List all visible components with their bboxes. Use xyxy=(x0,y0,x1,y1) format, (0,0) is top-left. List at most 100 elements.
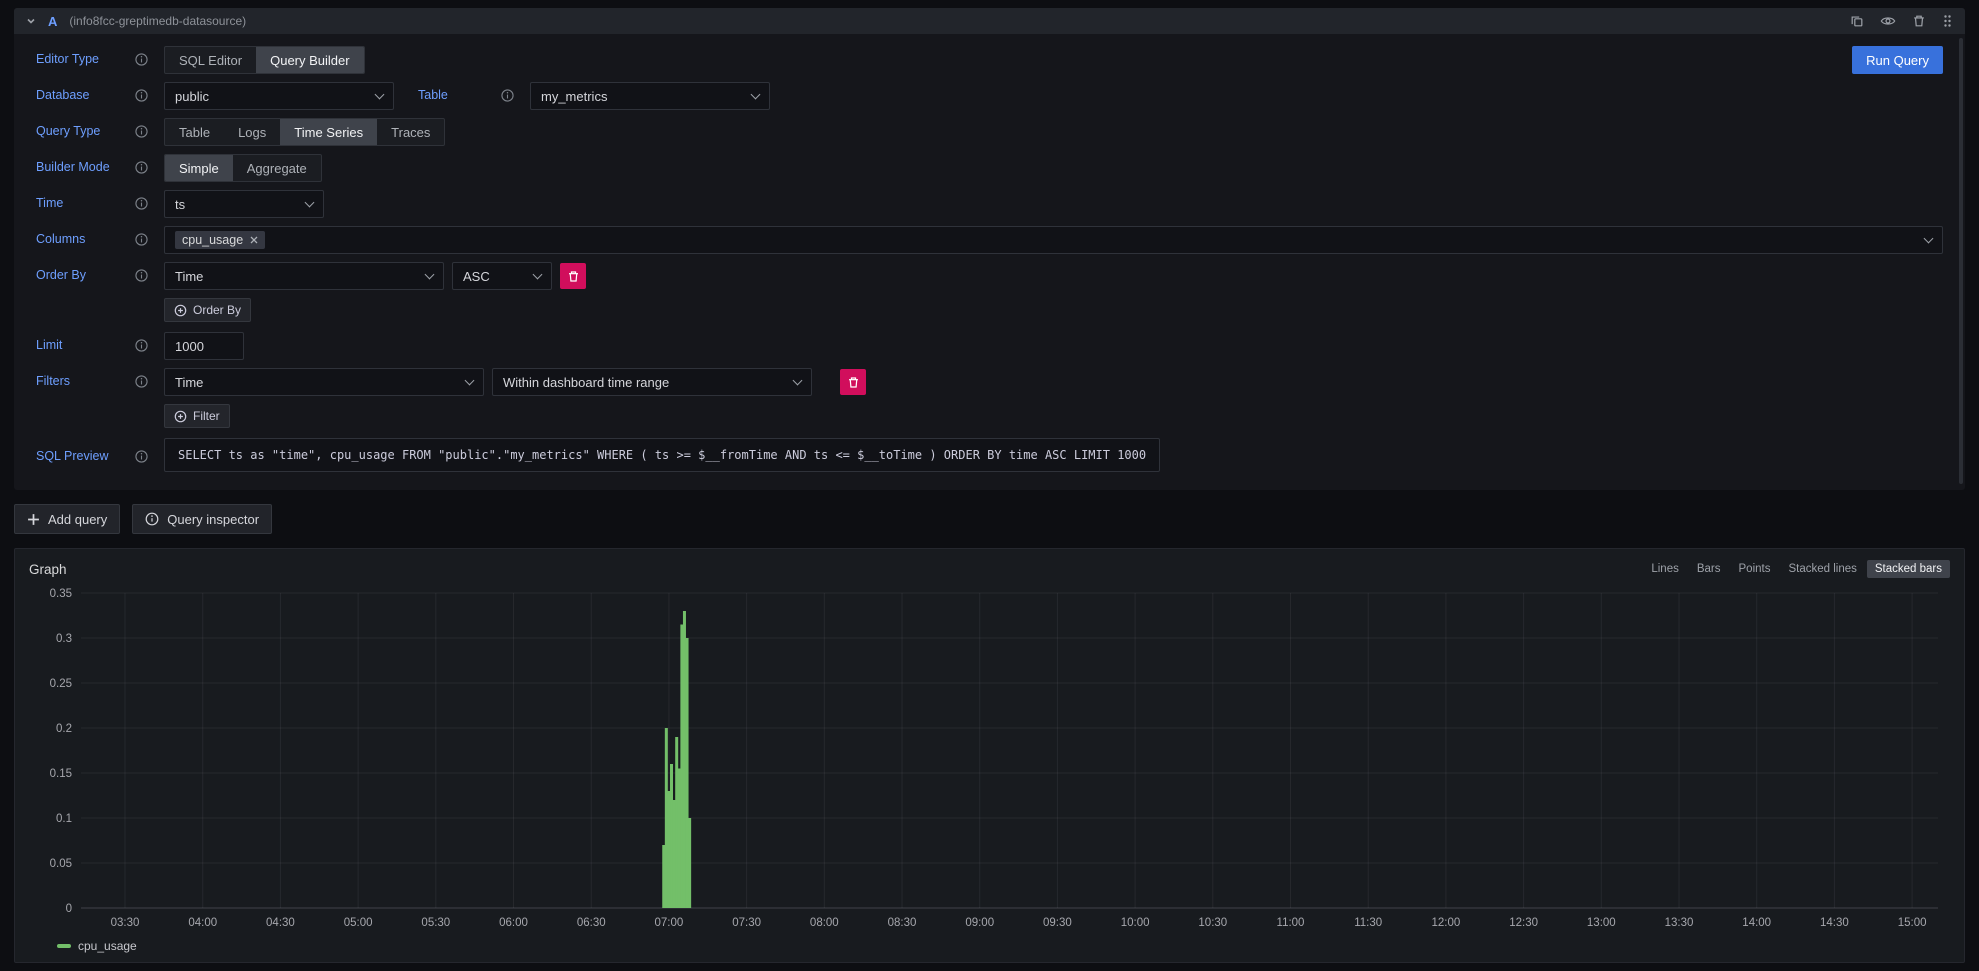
column-tag[interactable]: cpu_usage xyxy=(175,231,265,249)
svg-text:05:30: 05:30 xyxy=(421,917,450,929)
circle-plus-icon xyxy=(174,304,187,317)
svg-text:04:00: 04:00 xyxy=(188,917,217,929)
time-series-chart: 00.050.10.150.20.250.30.3503:3004:0004:3… xyxy=(29,583,1950,936)
filter-field-select[interactable]: Time xyxy=(164,368,484,396)
query-editor-block: A (info8fcc-greptimedb-datasource) xyxy=(14,8,1965,490)
row-database: Database public Table my_metrics xyxy=(36,82,1943,110)
delete-query-button[interactable] xyxy=(1912,14,1926,28)
graph-style-lines[interactable]: Lines xyxy=(1643,560,1687,578)
svg-text:0.05: 0.05 xyxy=(50,858,72,870)
remove-order-by-button[interactable] xyxy=(560,263,586,289)
svg-text:15:00: 15:00 xyxy=(1898,917,1927,929)
svg-text:06:30: 06:30 xyxy=(577,917,606,929)
row-sql-preview: SQL Preview SELECT ts as "time", cpu_usa… xyxy=(36,438,1943,474)
svg-text:14:00: 14:00 xyxy=(1742,917,1771,929)
graph-style-stacked-lines[interactable]: Stacked lines xyxy=(1780,560,1864,578)
info-icon xyxy=(135,450,148,463)
add-order-by-label: Order By xyxy=(193,303,241,317)
svg-text:0.2: 0.2 xyxy=(56,723,72,735)
row-add-order-by: Order By xyxy=(36,298,1943,324)
svg-text:07:00: 07:00 xyxy=(655,917,684,929)
database-label: Database xyxy=(36,88,90,102)
query-type-time-series[interactable]: Time Series xyxy=(280,119,377,145)
drag-query-handle[interactable] xyxy=(1942,14,1953,28)
trash-icon xyxy=(847,376,860,389)
run-query-button[interactable]: Run Query xyxy=(1852,46,1943,74)
row-builder-mode: Builder Mode Simple Aggregate xyxy=(36,154,1943,182)
svg-text:14:30: 14:30 xyxy=(1820,917,1849,929)
order-by-direction-select[interactable]: ASC xyxy=(452,262,552,290)
svg-text:08:00: 08:00 xyxy=(810,917,839,929)
svg-text:13:30: 13:30 xyxy=(1665,917,1694,929)
table-label: Table xyxy=(418,88,448,102)
collapse-query-button[interactable] xyxy=(26,16,36,26)
info-icon xyxy=(135,375,148,388)
remove-column-icon[interactable] xyxy=(250,236,258,244)
editor-type-sql-editor[interactable]: SQL Editor xyxy=(165,47,256,73)
limit-label: Limit xyxy=(36,338,62,352)
graph-style-stacked-bars[interactable]: Stacked bars xyxy=(1867,560,1950,578)
eye-icon xyxy=(1880,14,1896,28)
graph-style-bars[interactable]: Bars xyxy=(1689,560,1729,578)
svg-text:04:30: 04:30 xyxy=(266,917,295,929)
graph-style-points[interactable]: Points xyxy=(1731,560,1779,578)
svg-text:05:00: 05:00 xyxy=(344,917,373,929)
row-limit: Limit xyxy=(36,332,1943,360)
info-icon xyxy=(135,339,148,352)
legend-series-label[interactable]: cpu_usage xyxy=(78,939,137,953)
filter-condition-select[interactable]: Within dashboard time range xyxy=(492,368,812,396)
builder-mode-label: Builder Mode xyxy=(36,160,110,174)
query-inspector-button[interactable]: Query inspector xyxy=(132,504,272,534)
builder-mode-aggregate[interactable]: Aggregate xyxy=(233,155,321,181)
add-filter-button[interactable]: Filter xyxy=(164,404,230,428)
sql-preview-label: SQL Preview xyxy=(36,449,108,463)
column-tag-label: cpu_usage xyxy=(182,233,243,247)
chevron-down-icon xyxy=(425,270,435,280)
svg-text:0: 0 xyxy=(66,903,72,915)
chevron-down-icon xyxy=(305,198,315,208)
drag-dots-icon xyxy=(1942,14,1953,28)
info-icon xyxy=(135,89,148,102)
remove-filter-button[interactable] xyxy=(840,369,866,395)
database-select[interactable]: public xyxy=(164,82,394,110)
query-type-table[interactable]: Table xyxy=(165,119,224,145)
builder-mode-simple[interactable]: Simple xyxy=(165,155,233,181)
chevron-down-icon xyxy=(751,90,761,100)
row-order-by: Order By Time ASC xyxy=(36,262,1943,290)
query-ref-name: A xyxy=(48,14,57,29)
editor-type-query-builder[interactable]: Query Builder xyxy=(256,47,363,73)
chart-legend: cpu_usage xyxy=(29,936,1950,954)
builder-mode-switcher: Simple Aggregate xyxy=(164,154,322,182)
add-order-by-button[interactable]: Order By xyxy=(164,298,251,322)
add-filter-label: Filter xyxy=(193,409,220,423)
duplicate-query-button[interactable] xyxy=(1850,14,1864,28)
graph-panel-header: Graph Lines Bars Points Stacked lines St… xyxy=(29,555,1950,583)
table-select[interactable]: my_metrics xyxy=(530,82,770,110)
query-type-traces[interactable]: Traces xyxy=(377,119,444,145)
info-icon xyxy=(135,161,148,174)
time-column-value: ts xyxy=(175,197,185,212)
time-label: Time xyxy=(36,196,63,210)
add-query-button[interactable]: Add query xyxy=(14,504,120,534)
time-column-select[interactable]: ts xyxy=(164,190,324,218)
limit-input[interactable] xyxy=(164,332,244,360)
order-by-field-select[interactable]: Time xyxy=(164,262,444,290)
query-type-logs[interactable]: Logs xyxy=(224,119,280,145)
columns-multiselect[interactable]: cpu_usage xyxy=(164,226,1943,254)
info-icon xyxy=(135,53,148,66)
circle-plus-icon xyxy=(174,410,187,423)
svg-text:12:30: 12:30 xyxy=(1509,917,1538,929)
svg-text:0.25: 0.25 xyxy=(50,678,72,690)
sql-preview-text: SELECT ts as "time", cpu_usage FROM "pub… xyxy=(164,438,1160,472)
svg-text:11:00: 11:00 xyxy=(1277,917,1305,929)
filter-field-value: Time xyxy=(175,375,203,390)
chevron-down-icon xyxy=(26,16,36,26)
row-columns: Columns cpu_usage xyxy=(36,226,1943,254)
query-footer: Add query Query inspector xyxy=(14,504,1965,534)
svg-text:11:30: 11:30 xyxy=(1354,917,1382,929)
row-time: Time ts xyxy=(36,190,1943,218)
hide-query-button[interactable] xyxy=(1880,14,1896,28)
datasource-name: (info8fcc-greptimedb-datasource) xyxy=(69,14,246,28)
svg-text:06:00: 06:00 xyxy=(499,917,528,929)
editor-scrollbar[interactable] xyxy=(1959,38,1963,484)
